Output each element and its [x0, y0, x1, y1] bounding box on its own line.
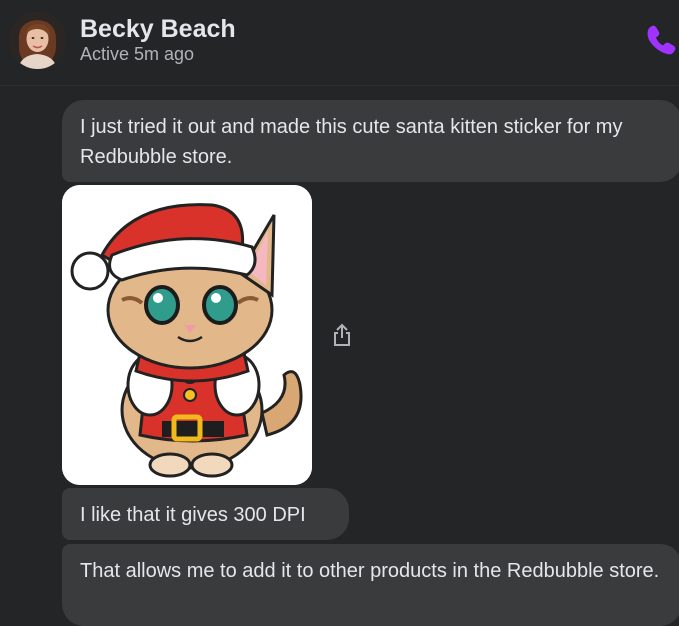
contact-name[interactable]: Becky Beach — [80, 15, 236, 44]
santa-kitten-sticker-image[interactable] — [62, 185, 312, 485]
avatar[interactable] — [9, 12, 66, 69]
contact-status: Active 5m ago — [80, 44, 195, 64]
message-bubble[interactable]: That allows me to add it to other produc… — [62, 544, 679, 626]
message-thread: I just tried it out and made this cute s… — [0, 86, 679, 626]
message-bubble[interactable]: I just tried it out and made this cute s… — [62, 100, 679, 182]
phone-icon[interactable] — [641, 20, 679, 58]
message-bubble[interactable]: I like that it gives 300 DPI — [62, 488, 349, 540]
share-icon[interactable] — [331, 322, 353, 348]
conversation-header: Becky Beach Active 5m ago — [0, 0, 679, 86]
